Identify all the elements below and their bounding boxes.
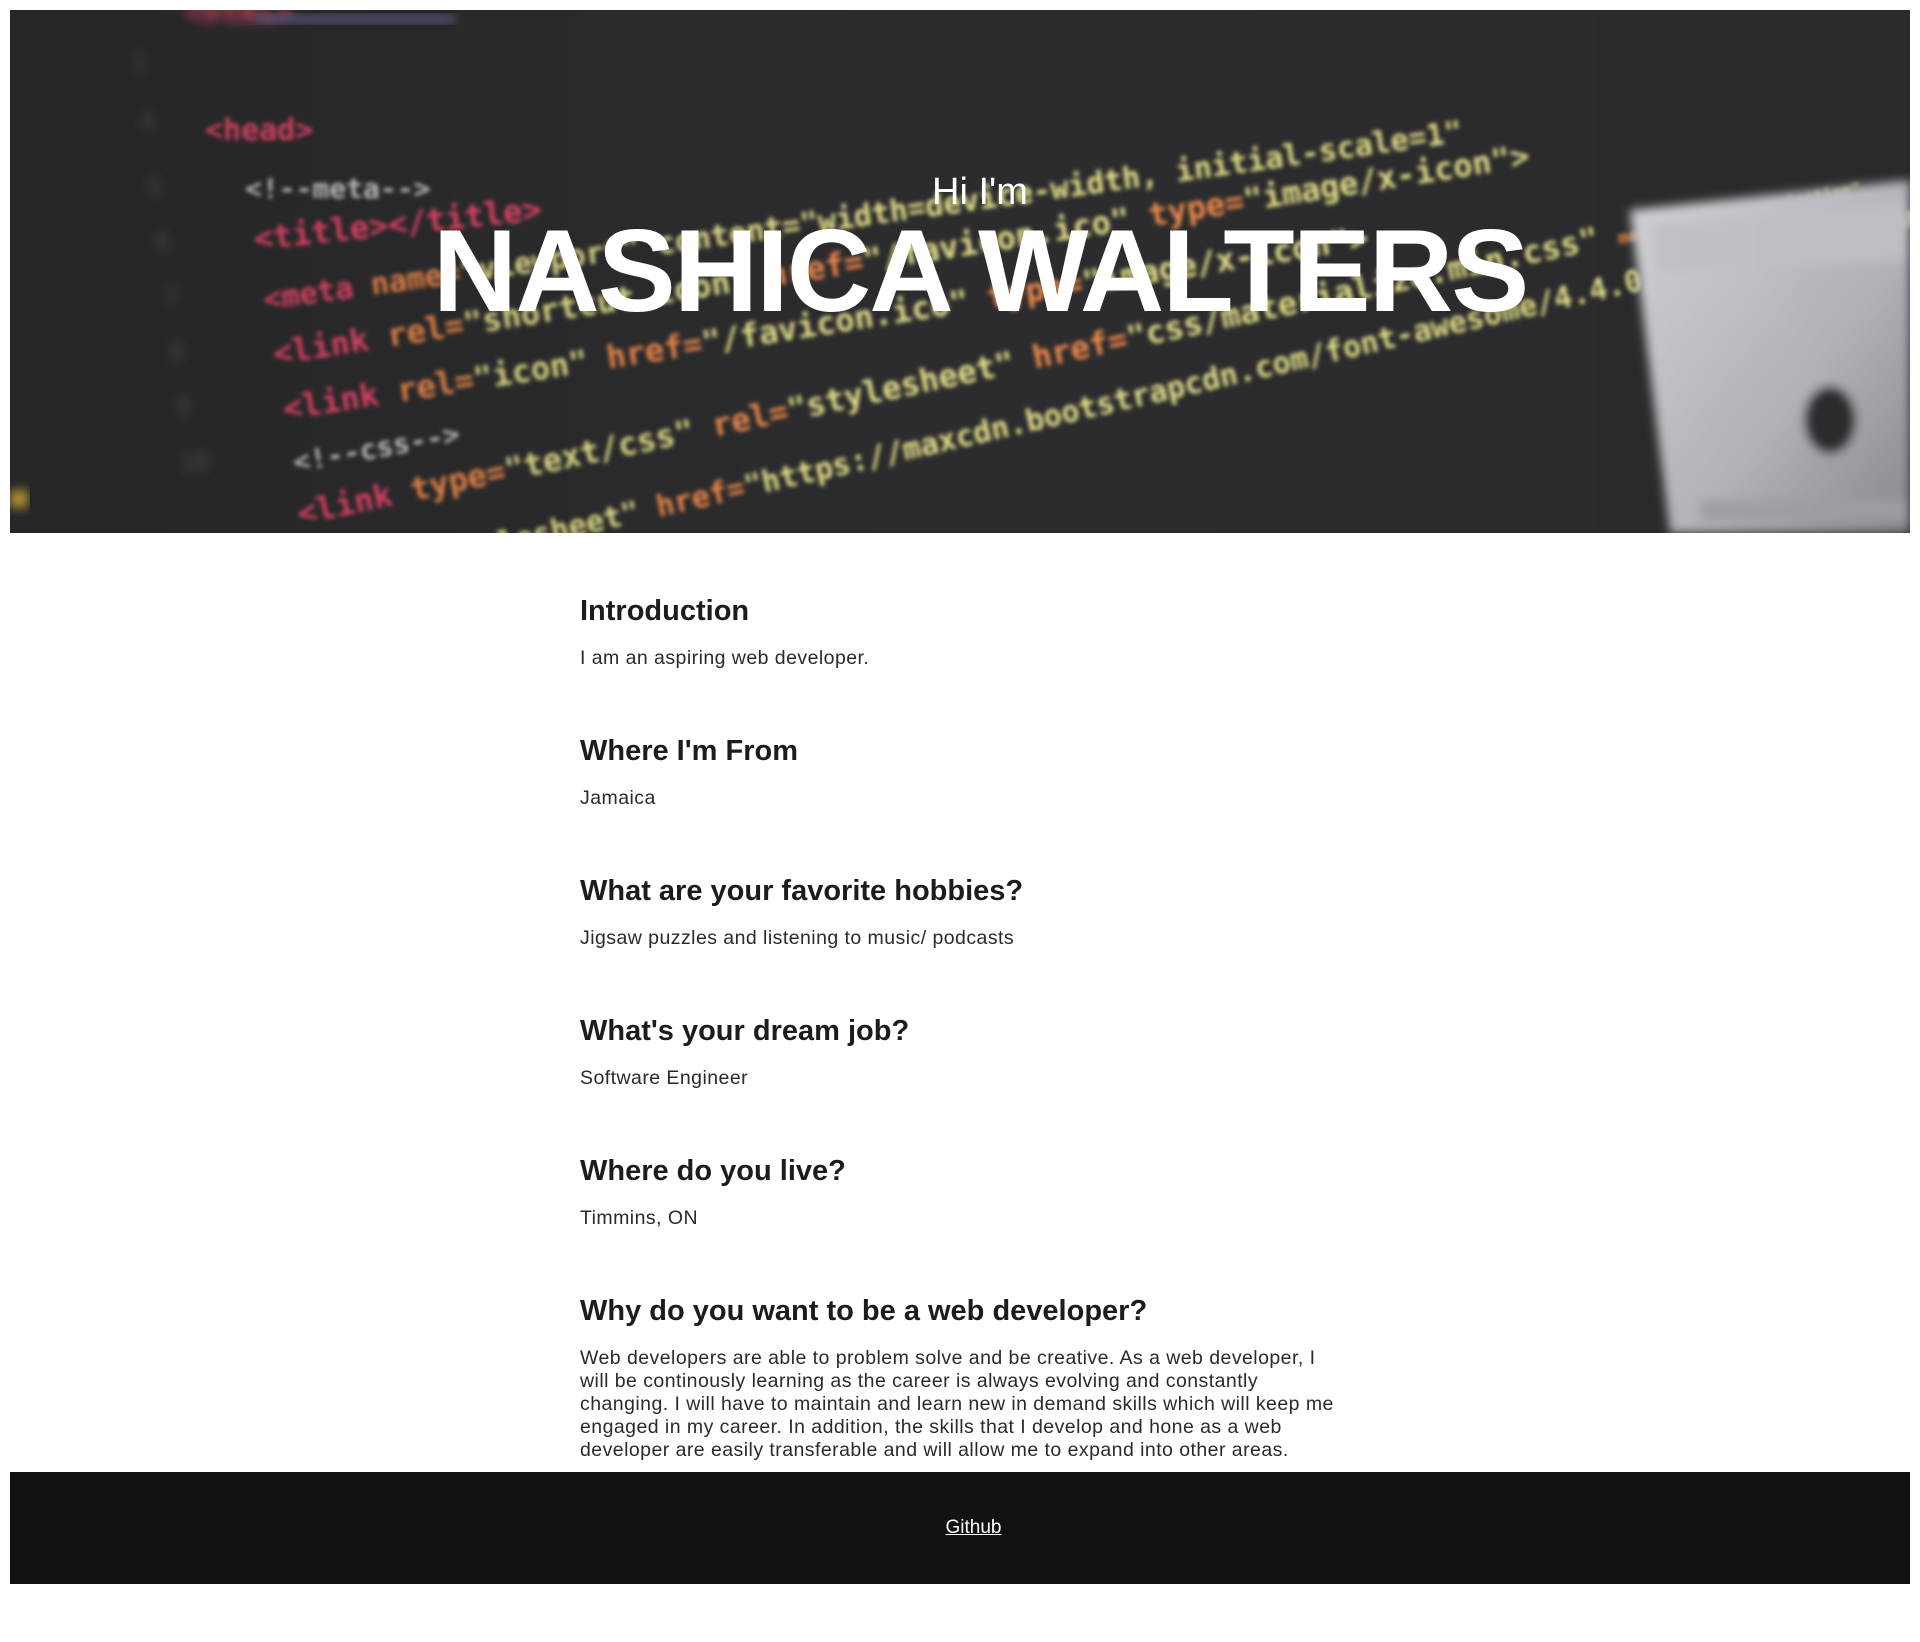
section-heading: What's your dream job? bbox=[580, 1015, 910, 1047]
hero-text: Hi I'm NASHICA WALTERS bbox=[10, 10, 1910, 533]
section-dream-job: What's your dream job? Software Engineer bbox=[580, 1013, 1340, 1090]
section-body: Software Engineer bbox=[580, 1067, 749, 1089]
section-heading: Introduction bbox=[580, 595, 750, 627]
section-body: Jamaica bbox=[580, 787, 656, 809]
about-content: Introduction I am an aspiring web develo… bbox=[580, 533, 1340, 1472]
section-body: Jigsaw puzzles and listening to music/ p… bbox=[580, 927, 1015, 949]
section-heading: Where do you live? bbox=[580, 1155, 846, 1187]
section-where-live: Where do you live? Timmins, ON bbox=[580, 1153, 1340, 1230]
section-heading: Where I'm From bbox=[580, 735, 798, 767]
section-why-web-dev: Why do you want to be a web developer? W… bbox=[580, 1293, 1340, 1462]
section-body: I am an aspiring web developer. bbox=[580, 647, 870, 669]
section-hobbies: What are your favorite hobbies? Jigsaw p… bbox=[580, 873, 1340, 950]
section-where-from: Where I'm From Jamaica bbox=[580, 733, 1340, 810]
footer: Github bbox=[10, 1472, 1910, 1584]
section-heading: What are your favorite hobbies? bbox=[580, 875, 1024, 907]
hero-banner: 1 4 5 6 7 8 9 10 <html> <head> <!--meta-… bbox=[10, 10, 1910, 533]
github-link[interactable]: Github bbox=[946, 1517, 1002, 1539]
section-heading: Why do you want to be a web developer? bbox=[580, 1295, 1148, 1327]
hero-name: NASHICA WALTERS bbox=[432, 205, 1529, 336]
page: 1 4 5 6 7 8 9 10 <html> <head> <!--meta-… bbox=[10, 10, 1910, 1584]
section-body: Timmins, ON bbox=[580, 1207, 698, 1229]
section-body: Web developers are able to problem solve… bbox=[580, 1347, 1334, 1461]
section-introduction: Introduction I am an aspiring web develo… bbox=[580, 593, 1340, 670]
